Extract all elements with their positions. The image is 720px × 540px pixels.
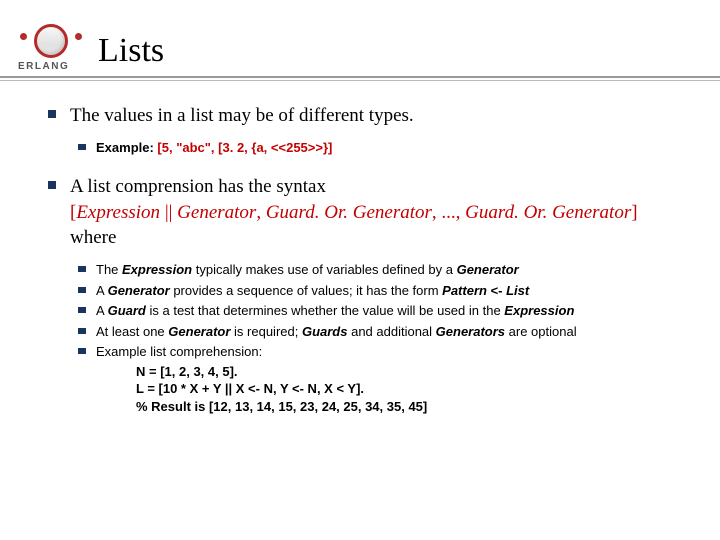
code-line-3: % Result is [12, 13, 14, 15, 23, 24, 25,…: [136, 398, 682, 416]
bullet-2-sub-1: The Expression typically makes use of va…: [78, 261, 682, 279]
code-line-2: L = [10 * X + Y || X <- N, Y <- N, X < Y…: [136, 380, 682, 398]
bullet-2-sub-2: A Generator provides a sequence of value…: [78, 282, 682, 300]
bullet-icon: [78, 328, 86, 334]
bullet-2-sub-4: At least one Generator is required; Guar…: [78, 323, 682, 341]
bullet-icon: [78, 144, 86, 150]
slide-header: ERLANG Lists: [0, 0, 720, 72]
bullet-1: The values in a list may be of different…: [48, 103, 682, 156]
bullet-2: A list comprension has the syntax [Expre…: [48, 174, 682, 415]
divider-thin: [0, 80, 720, 81]
bullet-icon: [78, 266, 86, 272]
erlang-logo: ERLANG: [18, 22, 84, 72]
code-line-1: N = [1, 2, 3, 4, 5].: [136, 363, 682, 381]
bullet-2-sub-5: Example list comprehension: N = [1, 2, 3…: [78, 343, 682, 415]
example-code: [5, "abc", [3. 2, {a, <<255>>}]: [157, 140, 332, 155]
bullet-icon: [78, 307, 86, 313]
logo-brand-text: ERLANG: [18, 61, 69, 72]
bullet-icon: [48, 181, 56, 189]
bullet-2-text: A list comprension has the syntax [Expre…: [70, 174, 638, 251]
bullet-icon: [78, 348, 86, 354]
bullet-icon: [78, 287, 86, 293]
bullet-1-text: The values in a list may be of different…: [70, 103, 414, 129]
bullet-icon: [48, 110, 56, 118]
bullet-1-sub: Example: [5, "abc", [3. 2, {a, <<255>>}]: [78, 139, 682, 157]
divider-thick: [0, 76, 720, 78]
slide-title: Lists: [98, 32, 164, 72]
code-block: N = [1, 2, 3, 4, 5]. L = [10 * X + Y || …: [136, 363, 682, 416]
bullet-2-sub-3: A Guard is a test that determines whethe…: [78, 302, 682, 320]
example-label: Example:: [96, 140, 157, 155]
slide-content: The values in a list may be of different…: [0, 103, 720, 415]
